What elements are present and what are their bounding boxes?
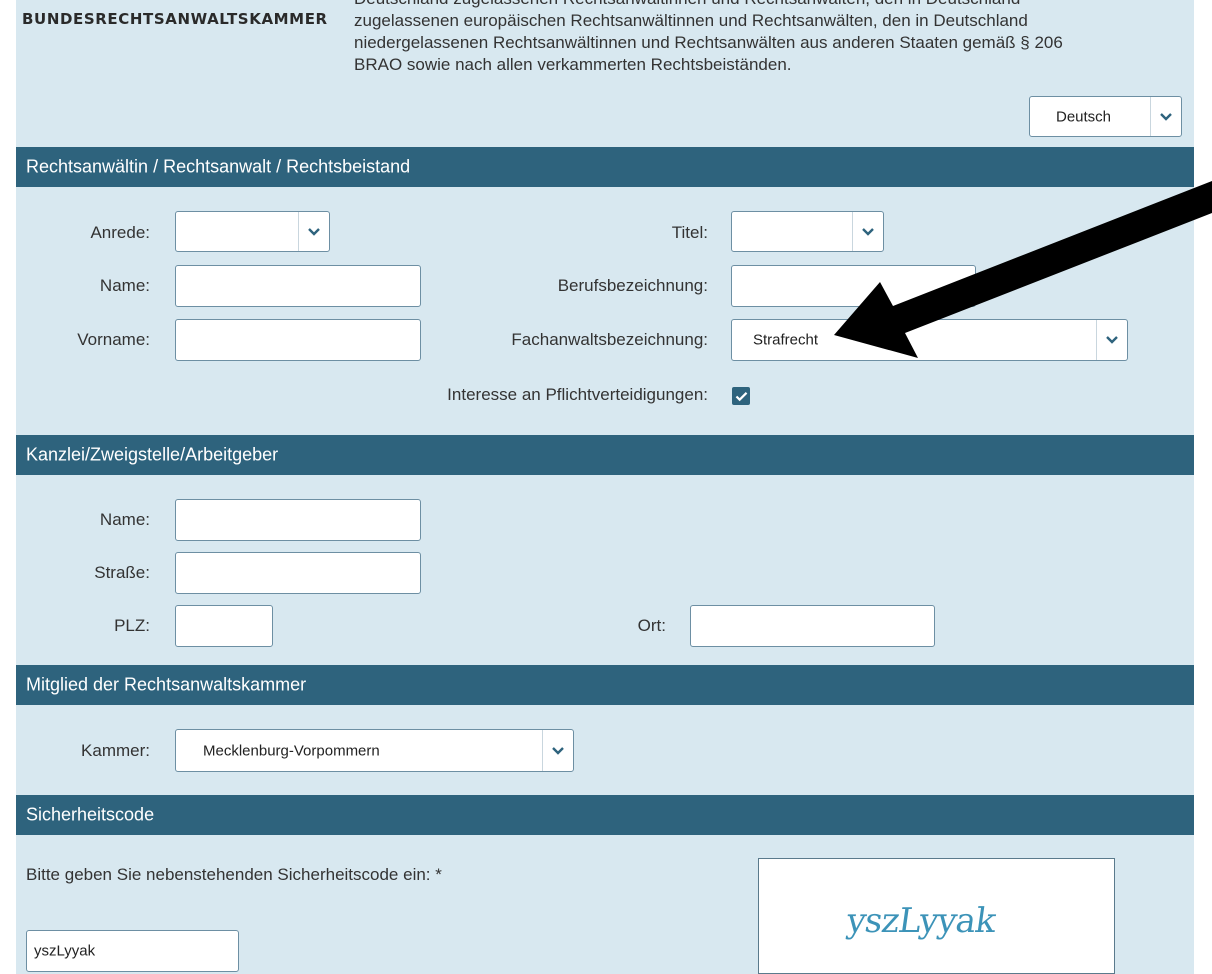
chevron-down-icon xyxy=(542,730,573,771)
chevron-down-icon xyxy=(852,212,883,251)
section-title: Sicherheitscode xyxy=(26,804,155,825)
intro-line: zugelassenen europäischen Rechtsanwältin… xyxy=(354,11,1028,30)
section-header-office: Kanzlei/Zweigstelle/Arbeitgeber xyxy=(16,435,1194,475)
captcha-prompt: Bitte geben Sie nebenstehenden Sicherhei… xyxy=(26,865,442,884)
berufsbezeichnung-input[interactable] xyxy=(731,265,976,307)
section-title: Rechtsanwältin / Rechtsanwalt / Rechtsbe… xyxy=(26,156,411,177)
chevron-down-icon xyxy=(298,212,329,251)
ort-input[interactable] xyxy=(690,605,935,647)
section-header-chamber: Mitglied der Rechtsanwaltskammer xyxy=(16,665,1194,705)
strasse-input[interactable] xyxy=(175,552,421,594)
fachanwalt-label: Fachanwaltsbezeichnung: xyxy=(511,330,708,349)
captcha-input[interactable]: yszLyyak xyxy=(26,930,239,972)
vorname-input[interactable] xyxy=(175,319,421,361)
intro-text: Deutschland zugelassenen Rechtsanwältinn… xyxy=(354,0,1184,76)
section-header-lawyer: Rechtsanwältin / Rechtsanwalt / Rechtsbe… xyxy=(16,147,1194,187)
kammer-select[interactable]: Mecklenburg-Vorpommern xyxy=(175,729,574,772)
intro-line: BRAO sowie nach allen verkammerten Recht… xyxy=(354,55,792,74)
chevron-down-icon xyxy=(1096,320,1127,360)
name-label: Name: xyxy=(99,276,150,295)
office-name-label: Name: xyxy=(99,510,150,529)
titel-label: Titel: xyxy=(671,223,708,242)
ort-label: Ort: xyxy=(637,616,666,635)
captcha-image-text: yszLyyak xyxy=(844,901,998,941)
intro-line: niedergelassenen Rechtsanwältinnen und R… xyxy=(354,33,1063,52)
language-select-value: Deutsch xyxy=(1056,108,1112,125)
strasse-label: Straße: xyxy=(94,563,150,582)
captcha-input-value: yszLyyak xyxy=(34,942,96,960)
berufsbezeichnung-label: Berufsbezeichnung: xyxy=(557,276,708,295)
logo-text: BUNDESRECHTSANWALTSKAMMER xyxy=(22,10,328,28)
titel-select[interactable] xyxy=(731,211,884,252)
anrede-label: Anrede: xyxy=(90,223,150,242)
plz-label: PLZ: xyxy=(114,616,150,635)
fachanwalt-select[interactable]: Strafrecht xyxy=(731,319,1128,361)
intro-line: Deutschland zugelassenen Rechtsanwältinn… xyxy=(354,0,1184,10)
anrede-select[interactable] xyxy=(175,211,330,252)
chevron-down-icon xyxy=(1150,97,1181,136)
office-name-input[interactable] xyxy=(175,499,421,541)
pflicht-label: Interesse an Pflichtverteidigungen: xyxy=(447,385,708,404)
section-title: Kanzlei/Zweigstelle/Arbeitgeber xyxy=(26,444,279,465)
pflicht-checkbox[interactable] xyxy=(732,387,750,405)
plz-input[interactable] xyxy=(175,605,273,647)
section-title: Mitglied der Rechtsanwaltskammer xyxy=(26,674,307,695)
captcha-image: yszLyyak xyxy=(758,858,1115,974)
page: BUNDESRECHTSANWALTSKAMMER Deutschland zu… xyxy=(0,0,1212,974)
kammer-label: Kammer: xyxy=(81,741,150,760)
vorname-label: Vorname: xyxy=(77,330,150,349)
section-header-captcha: Sicherheitscode xyxy=(16,795,1194,835)
kammer-select-value: Mecklenburg-Vorpommern xyxy=(203,742,380,759)
name-input[interactable] xyxy=(175,265,421,307)
fachanwalt-select-value: Strafrecht xyxy=(753,331,819,349)
checkmark-icon xyxy=(735,391,747,401)
language-select[interactable]: Deutsch xyxy=(1029,96,1182,137)
